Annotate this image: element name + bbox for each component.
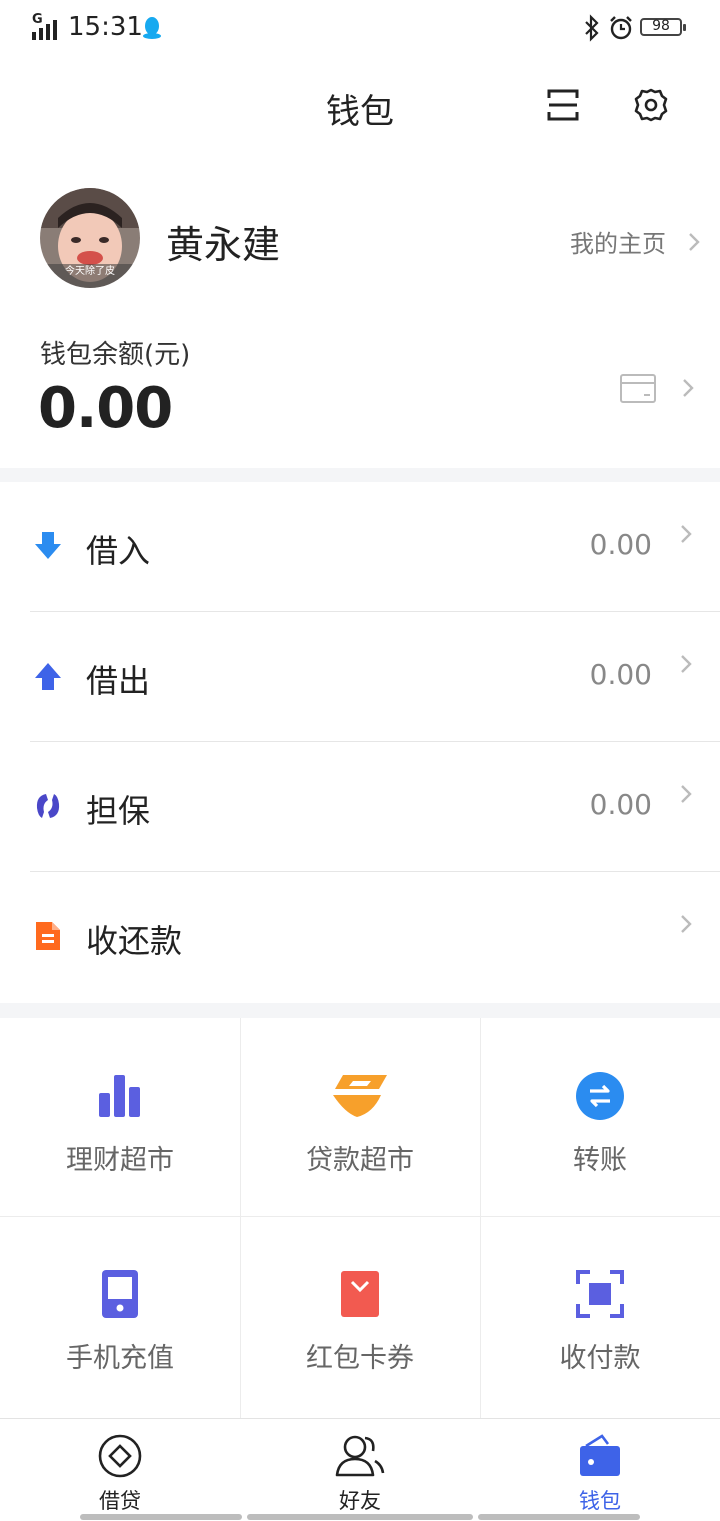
chevron-right-icon <box>680 914 692 938</box>
chevron-right-icon <box>683 379 694 397</box>
grid-item-collect-pay[interactable]: 收付款 <box>480 1216 720 1414</box>
page-title: 钱包 <box>326 92 394 132</box>
scan-pay-icon <box>480 1268 720 1320</box>
avatar[interactable]: 今天除了皮 <box>40 188 140 288</box>
balance-label: 钱包余额(元) <box>40 340 191 370</box>
tab-label: 好友 <box>339 1489 381 1513</box>
arrow-up-icon <box>32 660 64 692</box>
diamond-icon <box>0 1431 240 1481</box>
my-homepage-link[interactable]: 我的主页 <box>570 224 700 259</box>
scan-icon[interactable] <box>546 88 580 126</box>
grid-item-label: 红包卡券 <box>306 1343 414 1374</box>
home-indicator <box>80 1514 242 1520</box>
battery-icon: 98 <box>640 18 686 36</box>
chevron-right-icon <box>680 784 692 808</box>
grid-item-phone-topup[interactable]: 手机充值 <box>0 1216 240 1414</box>
qq-icon <box>142 16 162 44</box>
grid-item-label: 贷款超市 <box>306 1145 414 1176</box>
document-icon <box>32 920 64 952</box>
balance-value: 0.00 <box>38 376 173 441</box>
bottom-tab-bar: 借贷 好友 钱包 <box>0 1418 720 1521</box>
home-indicator <box>247 1514 473 1520</box>
status-time: 15:31 <box>68 12 143 42</box>
section-separator <box>0 1003 720 1018</box>
home-indicator <box>478 1514 640 1520</box>
tab-label: 借贷 <box>99 1489 141 1513</box>
grid-item-loan-market[interactable]: 贷款超市 <box>240 1018 480 1216</box>
grid-item-transfer[interactable]: 转账 <box>480 1018 720 1216</box>
wallet-icon <box>480 1431 720 1481</box>
list-item-borrow-in[interactable]: 借入 0.00 <box>0 482 720 612</box>
avatar-caption: 今天除了皮 <box>65 264 115 277</box>
signal-icon: G <box>32 12 62 40</box>
user-name: 黄永建 <box>166 223 281 267</box>
arrow-down-icon <box>32 530 64 562</box>
list-item-label: 借入 <box>86 532 151 570</box>
bluetooth-icon <box>582 14 602 46</box>
list-item-label: 借出 <box>86 662 151 700</box>
transfer-icon <box>480 1070 720 1122</box>
tab-friends[interactable]: 好友 <box>240 1419 480 1521</box>
list-item-value: 0.00 <box>589 528 652 561</box>
tab-loan[interactable]: 借贷 <box>0 1419 240 1521</box>
list-item-repayment[interactable]: 收还款 <box>0 872 720 1002</box>
grid-item-wealth-market[interactable]: 理财超市 <box>0 1018 240 1216</box>
grid-item-label: 收付款 <box>559 1343 641 1374</box>
chevron-right-icon <box>680 654 692 678</box>
status-bar: G 15:31 98 <box>0 0 720 60</box>
list-item-value: 0.00 <box>589 658 652 691</box>
alarm-icon <box>608 15 634 45</box>
grid-item-label: 理财超市 <box>66 1145 174 1176</box>
chevron-right-icon <box>680 524 692 548</box>
service-grid: 理财超市 贷款超市 转账 手机充值 红包卡券 收付款 <box>0 1018 720 1418</box>
list-item-label: 收还款 <box>86 922 183 960</box>
grid-item-label: 转账 <box>573 1145 627 1176</box>
list-item-label: 担保 <box>86 792 151 830</box>
friends-icon <box>240 1431 480 1481</box>
red-envelope-icon <box>240 1268 480 1320</box>
tab-label: 钱包 <box>579 1489 621 1513</box>
loan-icon <box>240 1070 480 1122</box>
grid-item-red-envelope[interactable]: 红包卡券 <box>240 1216 480 1414</box>
section-separator <box>0 468 720 482</box>
settings-icon[interactable] <box>634 88 668 126</box>
bank-card-button[interactable] <box>620 374 700 408</box>
list-item-guarantee[interactable]: 担保 0.00 <box>0 742 720 872</box>
tab-wallet[interactable]: 钱包 <box>480 1419 720 1521</box>
list-item-value: 0.00 <box>589 788 652 821</box>
list-item-borrow-out[interactable]: 借出 0.00 <box>0 612 720 742</box>
grid-item-label: 手机充值 <box>66 1343 174 1374</box>
chevron-right-icon <box>688 226 700 259</box>
bank-card-icon <box>620 374 656 403</box>
my-homepage-label: 我的主页 <box>570 230 666 258</box>
bar-chart-icon <box>0 1070 240 1122</box>
phone-icon <box>0 1268 240 1320</box>
guarantee-icon <box>32 790 64 822</box>
battery-level: 98 <box>652 18 670 34</box>
